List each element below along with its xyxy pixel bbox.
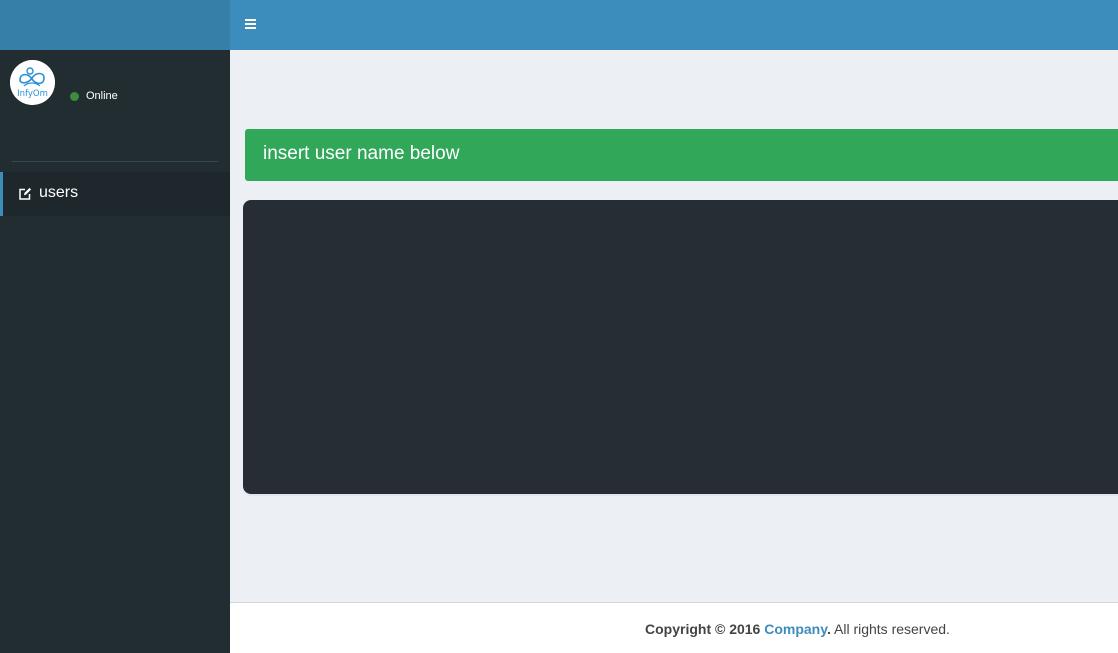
hamburger-menu-icon xyxy=(245,19,256,21)
navbar-main xyxy=(230,0,1118,50)
footer-copyright: Copyright © 2016 Company. All rights res… xyxy=(645,621,950,637)
sidebar: InfyOm Online users xyxy=(0,50,230,653)
svg-text:InfyOm: InfyOm xyxy=(17,89,48,99)
info-callout: insert user name below xyxy=(245,129,1118,181)
status-label: Online xyxy=(86,90,118,102)
navbar-logo-area[interactable] xyxy=(0,0,230,50)
edit-icon xyxy=(18,187,32,201)
sidebar-divider xyxy=(12,161,218,162)
content-panel xyxy=(243,200,1118,494)
sidebar-item-label: users xyxy=(39,184,79,201)
rights-text: All rights reserved. xyxy=(830,621,950,637)
callout-text: insert user name below xyxy=(263,143,460,164)
infyom-logo-icon: InfyOm xyxy=(10,60,55,105)
user-panel: InfyOm Online xyxy=(0,50,230,150)
footer: Copyright © 2016 Company. All rights res… xyxy=(230,602,1118,653)
sidebar-toggle-button[interactable] xyxy=(244,16,258,34)
avatar: InfyOm xyxy=(10,60,55,105)
company-link[interactable]: Company xyxy=(764,621,827,637)
top-navbar xyxy=(0,0,1118,50)
copyright-text: Copyright © 2016 xyxy=(645,621,761,637)
status-dot-icon xyxy=(70,91,79,101)
sidebar-item-users[interactable]: users xyxy=(0,172,230,216)
user-status[interactable]: Online xyxy=(70,89,118,103)
